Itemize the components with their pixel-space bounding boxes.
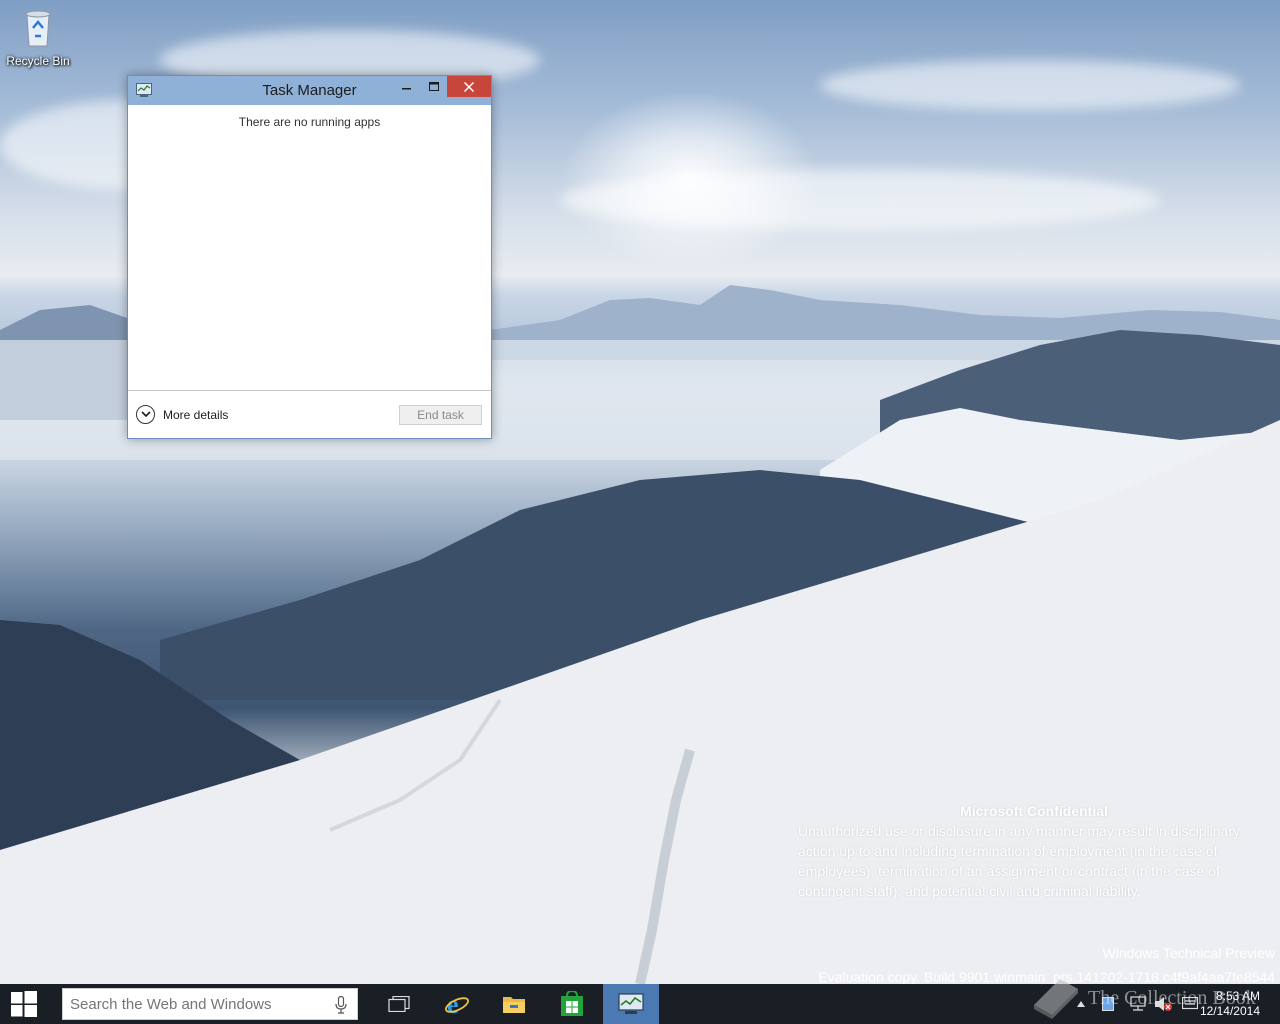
- minimize-icon: [402, 87, 411, 89]
- file-explorer-icon: [503, 997, 525, 1013]
- task-list-area: There are no running apps: [128, 105, 491, 390]
- task-manager-titlebar[interactable]: Task Manager: [128, 76, 491, 105]
- search-box[interactable]: [62, 988, 358, 1020]
- task-manager-footer: More details End task: [128, 390, 491, 438]
- store-icon: [561, 991, 583, 1016]
- confidential-line: contingent staff), and potential civil a…: [798, 883, 1141, 899]
- end-task-button[interactable]: End task: [399, 405, 482, 425]
- maximize-button[interactable]: [421, 76, 447, 97]
- windows-logo-icon: [11, 991, 37, 1017]
- recycle-bin-icon: [25, 10, 51, 47]
- close-button[interactable]: [447, 76, 491, 97]
- recycle-bin-shortcut[interactable]: Recycle Bin: [4, 6, 72, 68]
- internet-explorer-icon: e: [445, 991, 469, 1017]
- build-watermark: Windows Technical Preview Evaluation cop…: [818, 941, 1275, 985]
- collection-book-text: The Collection Book: [1088, 986, 1256, 1009]
- file-explorer-button[interactable]: [486, 984, 542, 1024]
- internet-explorer-button[interactable]: e: [429, 984, 485, 1024]
- task-manager-icon: [618, 993, 644, 1014]
- confidential-line: action up to and including termination o…: [798, 843, 1218, 859]
- edition-label: Windows Technical Preview: [1102, 945, 1275, 961]
- task-manager-taskbar-button[interactable]: [603, 984, 659, 1024]
- empty-state-message: There are no running apps: [238, 115, 381, 129]
- confidential-watermark: Microsoft Confidential Unauthorized use …: [798, 801, 1270, 901]
- close-icon: [464, 81, 474, 92]
- more-details-label: More details: [163, 407, 229, 422]
- confidential-line: Unauthorized use or disclosure in any ma…: [798, 823, 1240, 839]
- task-view-icon: [388, 996, 410, 1012]
- minimize-button[interactable]: [394, 76, 420, 97]
- collection-book-watermark: The Collection Book: [1030, 975, 1256, 1021]
- search-input[interactable]: [63, 989, 323, 1019]
- store-button[interactable]: [544, 984, 600, 1024]
- confidential-heading: Microsoft Confidential: [960, 803, 1108, 819]
- recycle-bin-label: Recycle Bin: [6, 54, 70, 68]
- start-button[interactable]: [0, 984, 48, 1024]
- more-details-toggle[interactable]: More details: [136, 405, 228, 424]
- task-manager-window[interactable]: Task Manager There are no running apps M…: [127, 75, 492, 439]
- microphone-icon[interactable]: [335, 996, 347, 1014]
- maximize-icon: [429, 81, 439, 91]
- confidential-line: employees), termination of an assignment…: [798, 863, 1220, 879]
- chevron-down-icon: [136, 405, 155, 424]
- task-view-button[interactable]: [371, 984, 427, 1024]
- book-icon: [1034, 979, 1078, 1019]
